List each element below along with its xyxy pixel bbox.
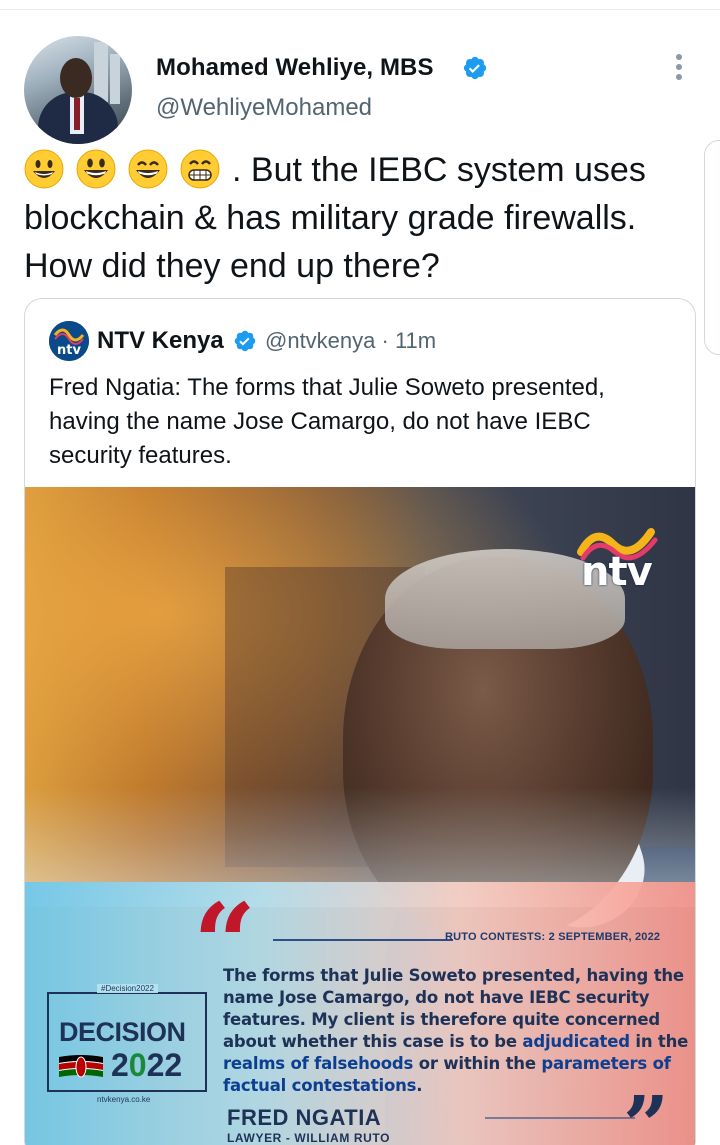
year-digits: 22 [146, 1047, 183, 1083]
close-quote-mark: ” [623, 1078, 670, 1145]
tweet-text: . But the IEBC system uses blockchain & … [24, 146, 704, 290]
grinning-face-big-eyes-emoji-icon [76, 149, 116, 189]
year-digit: 2 [111, 1047, 129, 1083]
svg-text:ntv: ntv [57, 343, 81, 358]
quote-text-part: in the [629, 1032, 689, 1051]
decision-word: DECISION [59, 1017, 186, 1047]
grinning-face-emoji-icon [24, 149, 64, 189]
decision-hashtag: #Decision2022 [97, 984, 158, 993]
more-options-icon[interactable] [666, 52, 692, 82]
top-divider [0, 9, 720, 10]
author-avatar[interactable] [24, 36, 132, 144]
decision-site: ntvkenya.co.ke [97, 1095, 151, 1104]
ruto-contests-line: RUTO CONTESTS: 2 SEPTEMBER, 2022 [445, 931, 661, 943]
quote-text-part: or within the [413, 1054, 542, 1073]
quote-text-part: . [416, 1076, 423, 1095]
top-rule [273, 939, 453, 941]
decision-year: 2022 [111, 1047, 182, 1084]
quoted-author-handle[interactable]: @ntvkenya [265, 328, 375, 353]
quoted-tweet-card[interactable]: ntv NTV Kenya @ntvkenya · 11m Fred Ngati… [24, 298, 696, 1145]
speaker-name: FRED NGATIA [227, 1105, 382, 1130]
quoted-timestamp: · 11m [381, 328, 437, 353]
avatar-head [60, 58, 92, 98]
quoted-author-name[interactable]: NTV Kenya [97, 327, 224, 355]
quote-highlight: adjudicated [522, 1032, 630, 1051]
ntv-avatar-logo-icon: ntv [49, 321, 89, 361]
adjacent-card-edge [704, 140, 720, 355]
author-name[interactable]: Mohamed Wehliye, MBS [156, 54, 434, 82]
bottom-rule [485, 1117, 635, 1119]
avatar-building [94, 42, 108, 102]
kenya-flag-icon [59, 1055, 103, 1078]
grinning-face-smiling-eyes-emoji-icon [128, 149, 168, 189]
speaker-role: LAWYER - WILLIAM RUTO [227, 1131, 391, 1145]
verified-badge-icon [463, 56, 487, 80]
year-digit-zero: 0 [128, 1047, 147, 1083]
tweet-body: . But the IEBC system uses blockchain & … [24, 151, 646, 285]
quote-highlight: realms of falsehoods [223, 1054, 414, 1073]
quoted-verified-badge-icon [234, 330, 256, 352]
quoted-tweet-text: Fred Ngatia: The forms that Julie Soweto… [49, 374, 605, 469]
quoted-author-avatar[interactable]: ntv [49, 321, 89, 361]
author-handle[interactable]: @WehliyeMohamed [156, 94, 372, 122]
quoted-handle-time[interactable]: @ntvkenya · 11m [265, 328, 436, 354]
beaming-face-emoji-icon [180, 149, 220, 189]
avatar-building [110, 54, 120, 104]
avatar-tie [74, 98, 80, 130]
quoted-media-image[interactable]: ntv “ RUTO CONTESTS: 2 SEPTEMBER, 2022 T… [25, 487, 695, 1145]
ntv-brand-wordmark: ntv [581, 549, 653, 595]
